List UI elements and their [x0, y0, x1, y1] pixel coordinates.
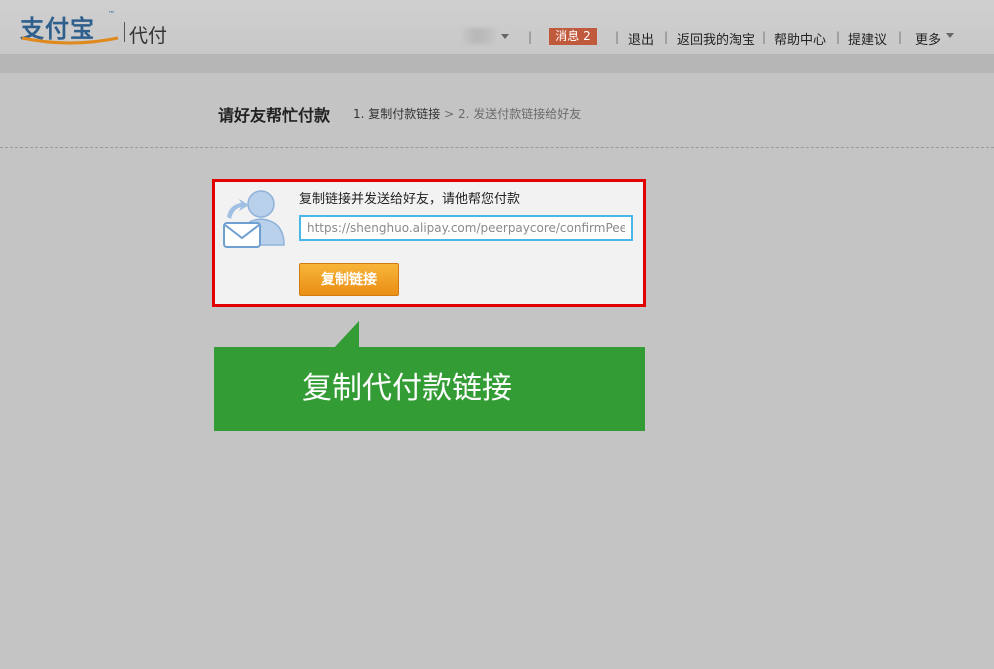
- more-menu-link[interactable]: 更多: [915, 29, 941, 48]
- back-to-taobao-link[interactable]: 返回我的淘宝: [677, 29, 755, 48]
- payment-link-field[interactable]: [299, 215, 633, 241]
- messages-button[interactable]: 消息 2: [549, 28, 597, 45]
- top-header: 支付宝 ™ 代付 | 消息 2 | 退出 | 返回我的淘宝 | 帮助中心 | 提…: [0, 0, 994, 55]
- logo-divider: [124, 22, 125, 42]
- callout-text: 复制代付款链接: [302, 371, 512, 406]
- callout-pointer: [333, 321, 359, 349]
- nav-separator: |: [528, 30, 533, 44]
- step-breadcrumb: 1. 复制付款链接 > 2. 发送付款链接给好友: [353, 105, 581, 122]
- header-subbar: [0, 55, 994, 73]
- section-divider: [0, 147, 994, 148]
- help-center-link[interactable]: 帮助中心: [774, 29, 826, 48]
- nav-separator: |: [898, 30, 903, 44]
- page-title: 请好友帮忙付款: [218, 106, 331, 125]
- username-blurred[interactable]: [461, 28, 497, 44]
- nav-separator: |: [615, 30, 620, 44]
- nav-separator: |: [664, 30, 669, 44]
- more-chevron-down-icon[interactable]: [946, 33, 954, 38]
- step-arrow: >: [444, 107, 455, 121]
- nav-separator: |: [762, 30, 767, 44]
- logout-link[interactable]: 退出: [628, 29, 654, 48]
- step-copy-link: 1. 复制付款链接: [353, 107, 441, 121]
- nav-separator: |: [836, 30, 841, 44]
- instruction-callout: 复制代付款链接: [214, 347, 645, 431]
- product-name: 代付: [129, 25, 168, 47]
- step-send-link: 2. 发送付款链接给好友: [457, 107, 582, 121]
- feedback-link[interactable]: 提建议: [848, 29, 887, 48]
- logo-trademark: ™: [108, 10, 115, 18]
- copy-link-panel: 复制链接并发送给好友，请他帮您付款 复制链接: [212, 179, 646, 307]
- copy-instruction-text: 复制链接并发送给好友，请他帮您付款: [299, 192, 521, 207]
- user-menu-chevron-down-icon[interactable]: [501, 34, 509, 39]
- logo-swoosh-icon: [21, 36, 119, 45]
- copy-link-button[interactable]: 复制链接: [299, 263, 399, 296]
- share-contact-envelope-icon: [223, 190, 285, 248]
- alipay-logo[interactable]: 支付宝 ™: [20, 9, 119, 45]
